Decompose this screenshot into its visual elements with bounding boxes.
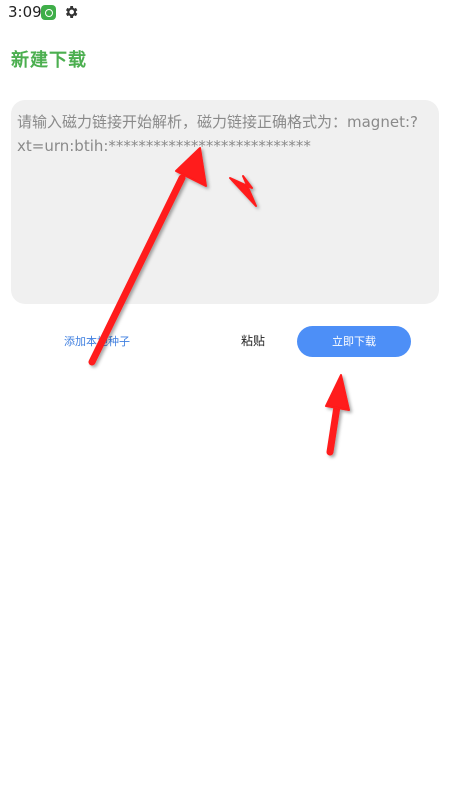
add-local-torrent-link[interactable]: 添加本地种子 <box>64 333 130 349</box>
new-download-screen: 3:09 新建下载 添加本地种子 粘贴 立即下载 <box>0 0 450 800</box>
download-now-button[interactable]: 立即下载 <box>297 326 411 357</box>
arrow-to-download-head <box>325 374 350 411</box>
page-title: 新建下载 <box>11 50 87 71</box>
gear-icon <box>66 6 78 18</box>
paste-button[interactable]: 粘贴 <box>241 332 265 349</box>
status-time: 3:09 <box>8 3 42 21</box>
arrow-to-download-shaft <box>326 396 342 456</box>
status-bar: 3:09 <box>0 0 450 26</box>
app-notification-icon <box>41 5 56 20</box>
magnet-link-input[interactable] <box>11 100 439 304</box>
